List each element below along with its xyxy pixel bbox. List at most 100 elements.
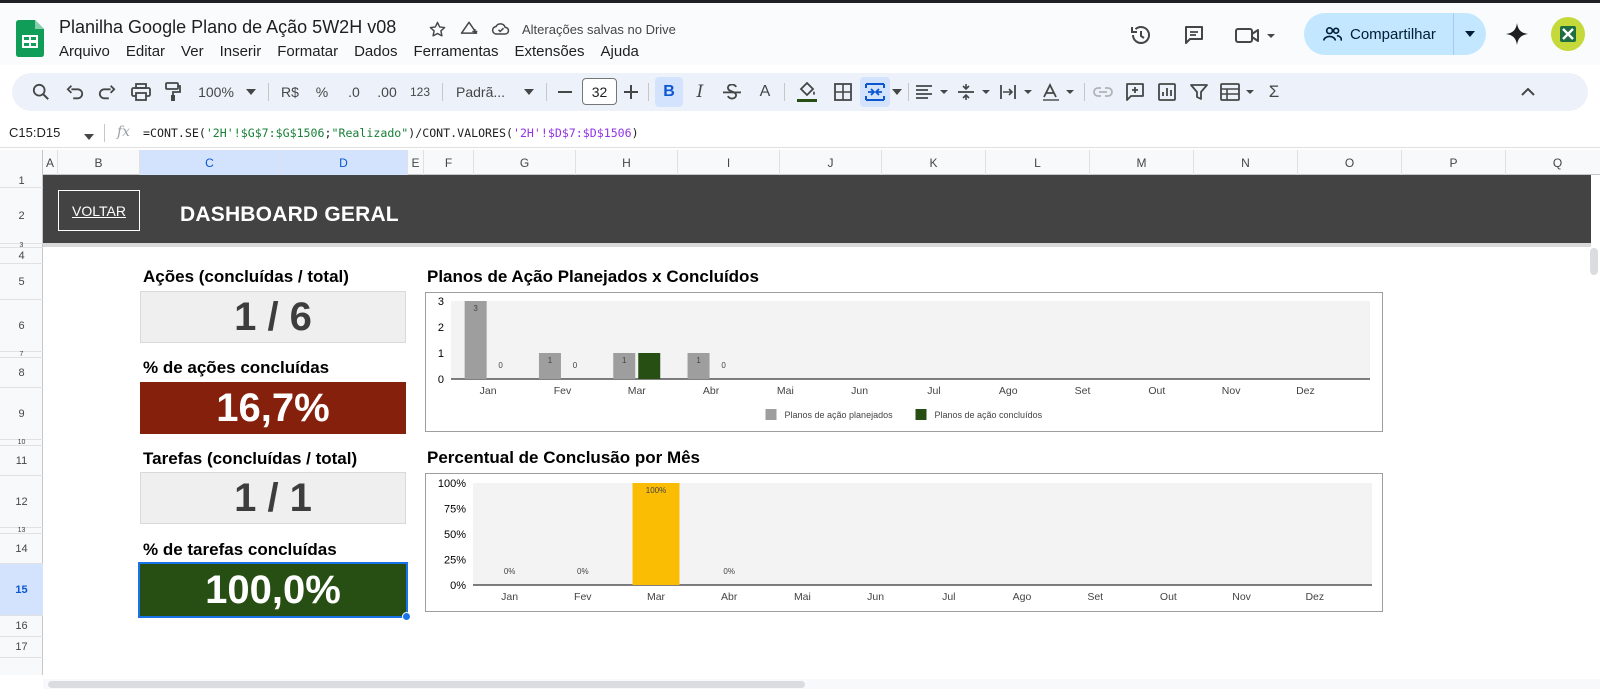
comments-icon[interactable] <box>1181 22 1207 48</box>
gemini-spark-icon[interactable] <box>1504 21 1530 47</box>
print-icon[interactable] <box>128 73 154 111</box>
merge-dropdown-icon[interactable] <box>890 73 904 111</box>
column-header-k[interactable]: K <box>882 150 986 175</box>
row-header-16[interactable]: 16 <box>0 616 43 637</box>
text-rotation-icon[interactable] <box>1040 73 1078 111</box>
filter-views-icon[interactable] <box>1218 73 1258 111</box>
version-history-icon[interactable] <box>1128 22 1154 48</box>
column-header-e[interactable]: E <box>408 150 424 175</box>
insert-link-icon[interactable] <box>1090 73 1116 111</box>
zoom-dropdown-icon[interactable] <box>244 73 258 111</box>
decrease-decimal-button[interactable]: .0 <box>342 73 366 111</box>
menu-inserir[interactable]: Inserir <box>212 43 270 60</box>
strikethrough-icon[interactable] <box>720 73 744 111</box>
column-header-o[interactable]: O <box>1298 150 1402 175</box>
move-to-folder-icon[interactable] <box>458 18 480 40</box>
column-header-g[interactable]: G <box>474 150 576 175</box>
horizontal-align-icon[interactable] <box>914 73 952 111</box>
column-header-p[interactable]: P <box>1402 150 1506 175</box>
kpi-tasks-percent-value[interactable]: 100,0% <box>138 562 408 618</box>
redo-icon[interactable] <box>94 73 120 111</box>
kpi-tasks-value[interactable]: 1 / 1 <box>140 472 406 524</box>
search-menus-icon[interactable] <box>28 73 54 111</box>
menu-ver[interactable]: Ver <box>173 43 212 60</box>
row-header-8[interactable]: 8 <box>0 358 43 388</box>
chart-planned-vs-done[interactable]: 0 1 2 3 3 0 Jan 1 0 Fev 1 Mar 1 0 Abr Mai Jun Jul Ago Set Ou… <box>425 292 1383 432</box>
row-header-5[interactable]: 5 <box>0 264 43 300</box>
column-header-c[interactable]: C <box>140 150 280 175</box>
column-header-b[interactable]: B <box>58 150 140 175</box>
insert-chart-icon[interactable] <box>1154 73 1180 111</box>
functions-icon[interactable]: Σ <box>1262 73 1286 111</box>
menu-arquivo[interactable]: Arquivo <box>59 43 118 60</box>
horizontal-scrollbar-thumb[interactable] <box>48 681 805 688</box>
row-header-12[interactable]: 12 <box>0 476 43 528</box>
name-box-dropdown-icon[interactable] <box>84 127 94 145</box>
menu-editar[interactable]: Editar <box>118 43 173 60</box>
user-avatar[interactable] <box>1551 17 1585 51</box>
horizontal-scrollbar[interactable] <box>43 679 1600 689</box>
paint-format-icon[interactable] <box>160 73 186 111</box>
increase-decimal-button[interactable]: .00 <box>374 73 400 111</box>
merge-cells-icon[interactable] <box>860 77 890 107</box>
more-formats-button[interactable]: 123 <box>408 73 432 111</box>
selection-fill-handle[interactable] <box>402 612 411 621</box>
fill-color-icon[interactable] <box>794 73 820 111</box>
menu-formatar[interactable]: Formatar <box>269 43 346 60</box>
row-header-11[interactable]: 11 <box>0 446 43 476</box>
decrease-font-size-icon[interactable] <box>554 73 576 111</box>
filter-icon[interactable] <box>1186 73 1212 111</box>
row-header-2[interactable]: 2 <box>0 188 43 244</box>
font-dropdown-icon[interactable] <box>522 73 536 111</box>
chart-percent-by-month[interactable]: 0% 25% 50% 75% 100% 0% Jan 0% Fev 100% Mar 0% Abr Mai… <box>425 473 1383 612</box>
currency-format-button[interactable]: R$ <box>278 73 302 111</box>
kpi-actions-value[interactable]: 1 / 6 <box>140 291 406 343</box>
cloud-saved-icon[interactable] <box>490 18 512 40</box>
vertical-align-icon[interactable] <box>956 73 994 111</box>
share-button[interactable]: Compartilhar <box>1304 13 1454 55</box>
column-header-f[interactable]: F <box>424 150 474 175</box>
italic-button[interactable]: I <box>688 73 712 111</box>
row-header-4[interactable]: 4 <box>0 248 43 264</box>
column-header-d[interactable]: D <box>280 150 408 175</box>
insert-comment-icon[interactable] <box>1122 73 1148 111</box>
font-size-input[interactable]: 32 <box>582 78 617 105</box>
menu-ferramentas[interactable]: Ferramentas <box>405 43 506 60</box>
font-family-select[interactable]: Padrã... <box>456 73 516 111</box>
select-all-corner[interactable] <box>0 150 43 175</box>
text-color-button[interactable]: A <box>753 73 777 111</box>
row-header-17[interactable]: 17 <box>0 637 43 658</box>
row-header-14[interactable]: 14 <box>0 534 43 564</box>
vertical-scrollbar-thumb[interactable] <box>1590 248 1598 275</box>
formula-input[interactable]: =CONT.SE('2H'!$G$7:$G$1506;"Realizado")/… <box>143 126 639 140</box>
sheets-logo-icon[interactable] <box>16 20 44 57</box>
text-wrapping-icon[interactable] <box>998 73 1036 111</box>
share-dropdown-button[interactable] <box>1454 13 1486 55</box>
column-header-q[interactable]: Q <box>1506 150 1600 175</box>
increase-font-size-icon[interactable] <box>620 73 642 111</box>
borders-icon[interactable] <box>830 73 856 111</box>
star-icon[interactable] <box>426 18 448 40</box>
column-header-m[interactable]: M <box>1090 150 1194 175</box>
document-title[interactable]: Planilha Google Plano de Ação 5W2H v08 <box>59 17 396 38</box>
voltar-button[interactable]: VOLTAR <box>58 190 140 231</box>
bold-button[interactable]: B <box>655 77 683 107</box>
menu-ajuda[interactable]: Ajuda <box>593 43 647 60</box>
column-header-a[interactable]: A <box>43 150 58 175</box>
column-header-j[interactable]: J <box>780 150 882 175</box>
menu-extensoes[interactable]: Extensões <box>506 43 592 60</box>
row-header-6[interactable]: 6 <box>0 300 43 352</box>
menu-dados[interactable]: Dados <box>346 43 405 60</box>
column-header-i[interactable]: I <box>678 150 780 175</box>
undo-icon[interactable] <box>62 73 88 111</box>
zoom-value[interactable]: 100% <box>196 73 236 111</box>
column-header-n[interactable]: N <box>1194 150 1298 175</box>
column-header-l[interactable]: L <box>986 150 1090 175</box>
percent-format-button[interactable]: % <box>312 73 332 111</box>
collapse-toolbar-icon[interactable] <box>1516 73 1540 111</box>
row-header-1[interactable]: 1 <box>0 175 43 188</box>
row-header-15[interactable]: 15 <box>0 564 43 616</box>
meet-camera-icon[interactable] <box>1234 22 1278 48</box>
name-box[interactable]: C15:D15 <box>9 125 60 140</box>
row-header-9[interactable]: 9 <box>0 388 43 440</box>
